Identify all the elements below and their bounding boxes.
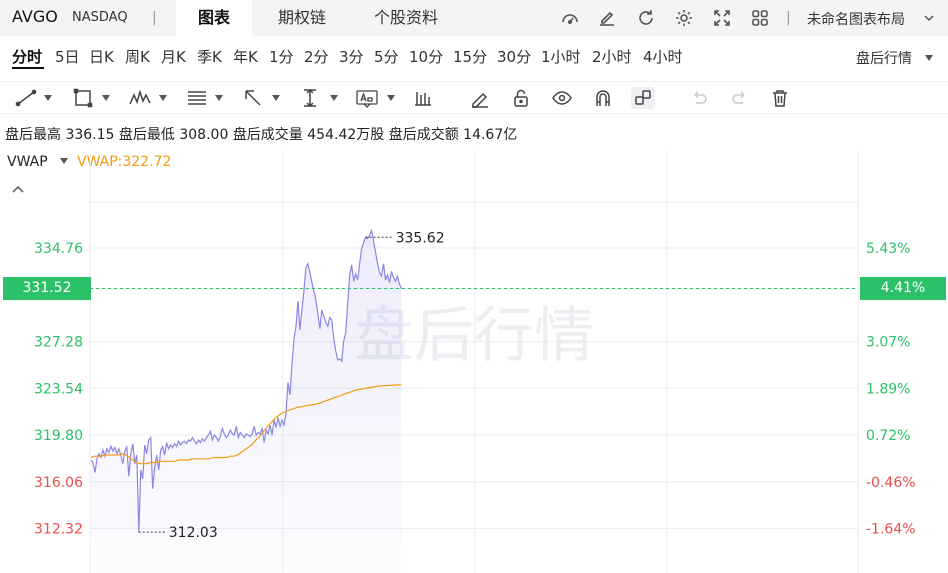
period-15min[interactable]: 15分 bbox=[453, 46, 487, 67]
caret-down-icon[interactable] bbox=[215, 95, 223, 101]
speedometer-icon[interactable] bbox=[559, 7, 581, 29]
pct-tick-label: -1.64% bbox=[866, 522, 916, 538]
min-marker: 312.03 bbox=[138, 525, 218, 541]
period-monthly[interactable]: 月K bbox=[161, 46, 186, 67]
trend-line-icon[interactable] bbox=[14, 87, 38, 109]
fibonacci-icon[interactable] bbox=[185, 87, 209, 109]
period-30min[interactable]: 30分 bbox=[497, 46, 531, 67]
tab-company-profile[interactable]: 个股资料 bbox=[356, 0, 456, 36]
caret-down-icon[interactable] bbox=[330, 95, 338, 101]
indicator-value: VWAP:322.72 bbox=[77, 154, 172, 170]
amount-value: 14.67亿 bbox=[463, 127, 518, 143]
max-price-label: 335.62 bbox=[396, 230, 445, 246]
indicator-name[interactable]: VWAP bbox=[7, 154, 48, 170]
fullscreen-icon[interactable] bbox=[711, 7, 733, 29]
ticker-symbol[interactable]: AVGO bbox=[12, 7, 58, 26]
price-tick-label: 327.28 bbox=[34, 335, 83, 351]
price-tick-label: 312.32 bbox=[34, 522, 83, 538]
period-2min[interactable]: 2分 bbox=[304, 46, 329, 67]
period-2h[interactable]: 2小时 bbox=[592, 46, 632, 67]
wave-pattern-icon[interactable] bbox=[128, 87, 152, 109]
session-caret-icon[interactable] bbox=[925, 55, 933, 61]
max-marker: 335.62 bbox=[365, 230, 445, 246]
period-quarterly[interactable]: 季K bbox=[197, 46, 222, 67]
top-bar: AVGO NASDAQ | 图表 期权链 个股资料 | 未命名图表布局 bbox=[0, 0, 948, 36]
pct-tick-label: 5.43% bbox=[866, 241, 910, 257]
caret-down-icon[interactable] bbox=[102, 95, 110, 101]
pct-tick-label: -0.46% bbox=[866, 475, 916, 491]
price-tick-label: 316.06 bbox=[34, 475, 83, 491]
link-icon[interactable] bbox=[631, 87, 655, 109]
grid-layout-icon[interactable] bbox=[749, 7, 771, 29]
separator-2: | bbox=[786, 10, 791, 26]
min-price-label: 312.03 bbox=[169, 525, 218, 541]
period-10min[interactable]: 10分 bbox=[409, 46, 443, 67]
undo-icon[interactable] bbox=[687, 87, 711, 109]
high-value: 336.15 bbox=[65, 127, 115, 143]
chevron-down-icon[interactable] bbox=[924, 14, 934, 22]
pencil-edit-icon[interactable] bbox=[596, 7, 618, 29]
low-label: 盘后最低 bbox=[118, 127, 175, 143]
chart-grid bbox=[89, 150, 859, 573]
gear-icon[interactable] bbox=[673, 7, 695, 29]
period-intraday[interactable]: 分时 bbox=[12, 46, 42, 67]
drawing-toolbar bbox=[0, 81, 948, 114]
period-5min[interactable]: 5分 bbox=[374, 46, 399, 67]
magnet-icon[interactable] bbox=[591, 87, 615, 109]
separator: | bbox=[152, 10, 157, 26]
amount-label: 盘后成交额 bbox=[388, 127, 459, 143]
period-3min[interactable]: 3分 bbox=[339, 46, 364, 67]
eraser-pen-icon[interactable] bbox=[468, 87, 492, 109]
caret-down-icon[interactable] bbox=[387, 95, 395, 101]
caret-down-icon[interactable] bbox=[159, 95, 167, 101]
current-price-tag: 331.52 bbox=[3, 277, 91, 300]
volume-value: 454.42万股 bbox=[307, 127, 385, 143]
volume-label: 盘后成交量 bbox=[232, 127, 303, 143]
low-value: 308.00 bbox=[179, 127, 229, 143]
tab-options-chain[interactable]: 期权链 bbox=[262, 0, 342, 36]
price-tick-label: 323.54 bbox=[34, 381, 83, 397]
price-area bbox=[91, 230, 402, 573]
redo-icon[interactable] bbox=[728, 87, 752, 109]
vwap-line bbox=[90, 384, 402, 465]
period-daily[interactable]: 日K bbox=[89, 46, 114, 67]
after-hours-summary: 盘后最高 336.15 盘后最低 308.00 盘后成交量 454.42万股 盘… bbox=[5, 124, 517, 144]
layout-name[interactable]: 未命名图表布局 bbox=[807, 9, 905, 29]
period-yearly[interactable]: 年K bbox=[233, 46, 258, 67]
candlestick-icon[interactable] bbox=[411, 87, 435, 109]
price-tick-label: 334.76 bbox=[34, 241, 83, 257]
trash-icon[interactable] bbox=[768, 87, 792, 109]
refresh-icon[interactable] bbox=[635, 7, 657, 29]
arrow-icon[interactable] bbox=[241, 87, 265, 109]
collapse-chevron-icon[interactable] bbox=[11, 184, 25, 194]
high-label: 盘后最高 bbox=[5, 127, 61, 143]
indicator-caret-icon[interactable] bbox=[60, 158, 68, 164]
tab-chart[interactable]: 图表 bbox=[176, 0, 252, 36]
text-note-icon[interactable] bbox=[355, 87, 379, 109]
period-5d[interactable]: 5日 bbox=[55, 46, 80, 67]
rectangle-icon[interactable] bbox=[71, 87, 95, 109]
period-1h[interactable]: 1小时 bbox=[541, 46, 581, 67]
measure-icon[interactable] bbox=[298, 87, 322, 109]
caret-down-icon[interactable] bbox=[44, 95, 52, 101]
exchange-label: NASDAQ bbox=[72, 10, 128, 25]
pct-tick-label: 0.72% bbox=[866, 428, 910, 444]
watermark: 盘后行情 bbox=[354, 301, 594, 371]
price-line bbox=[90, 228, 402, 533]
active-period-underline bbox=[12, 67, 44, 69]
period-weekly[interactable]: 周K bbox=[125, 46, 150, 67]
eye-icon[interactable] bbox=[550, 87, 574, 109]
session-select[interactable]: 盘后行情 bbox=[856, 48, 912, 68]
pct-tick-label: 1.89% bbox=[866, 381, 910, 397]
caret-down-icon[interactable] bbox=[272, 95, 280, 101]
lock-icon[interactable] bbox=[509, 87, 533, 109]
period-1min[interactable]: 1分 bbox=[269, 46, 294, 67]
pct-tick-label: 3.07% bbox=[866, 335, 910, 351]
period-4h[interactable]: 4小时 bbox=[643, 46, 683, 67]
price-tick-label: 319.80 bbox=[34, 428, 83, 444]
current-pct-tag: 4.41% bbox=[860, 277, 946, 300]
